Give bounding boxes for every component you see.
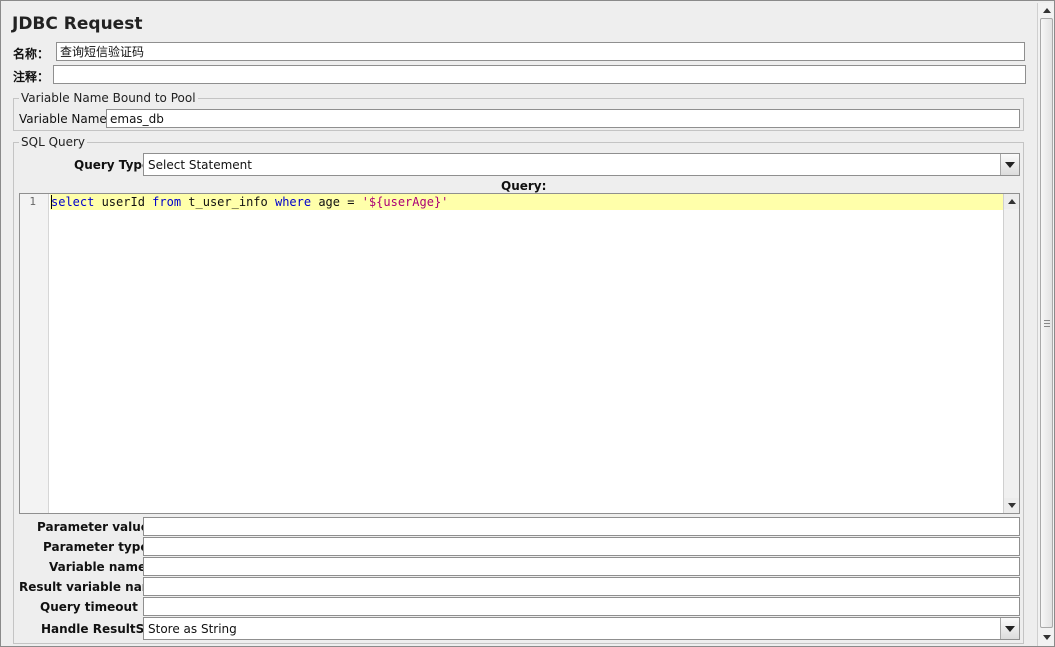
chevron-down-icon[interactable] — [1000, 618, 1019, 639]
string-quote: ' — [441, 195, 449, 209]
keyword-select: select — [51, 195, 95, 209]
line-number-gutter: 1 — [20, 194, 49, 513]
code-text: t_user_info — [181, 195, 275, 209]
sql-code-line[interactable]: select userId from t_user_info where age… — [51, 195, 448, 209]
text-caret — [51, 195, 52, 209]
string-parameter: ${userAge} — [368, 195, 442, 209]
code-text: age = — [311, 195, 362, 209]
line-number: 1 — [29, 195, 36, 208]
arrow-up-icon[interactable] — [1039, 3, 1054, 17]
keyword-where: where — [274, 195, 312, 209]
query-type-value: Select Statement — [148, 158, 252, 172]
jdbc-request-panel: JDBC Request 名称： 查询短信验证码 注释： Variable Na… — [0, 0, 1055, 647]
name-label: 名称： — [13, 47, 50, 61]
arrow-up-icon[interactable] — [1004, 194, 1019, 209]
query-label: Query: — [501, 179, 547, 193]
parameter-types-input[interactable] — [143, 537, 1020, 556]
comment-input[interactable] — [53, 65, 1026, 84]
comment-label: 注释： — [13, 70, 50, 84]
query-type-select[interactable]: Select Statement — [143, 153, 1020, 176]
variable-names-input[interactable] — [143, 557, 1020, 576]
sql-query-legend: SQL Query — [19, 135, 88, 149]
page-title: JDBC Request — [12, 14, 143, 34]
variable-names-label: Variable names: — [49, 560, 159, 574]
parameter-values-input[interactable] — [143, 517, 1020, 536]
sql-editor[interactable]: 1 select userId from t_user_info where a… — [19, 193, 1020, 514]
handle-resultset-select[interactable]: Store as String — [143, 617, 1020, 640]
string-quote: ' — [361, 195, 369, 209]
query-timeout-input[interactable] — [143, 597, 1020, 616]
name-input[interactable]: 查询短信验证码 — [56, 42, 1025, 61]
pool-group-legend: Variable Name Bound to Pool — [19, 91, 198, 105]
arrow-down-icon[interactable] — [1039, 630, 1054, 644]
chevron-down-icon[interactable] — [1000, 154, 1019, 175]
result-variable-name-input[interactable] — [143, 577, 1020, 596]
variable-name-input[interactable]: emas_db — [106, 109, 1020, 128]
variable-name-label: Variable Name: — [19, 112, 111, 126]
keyword-from: from — [152, 195, 182, 209]
code-text: userId — [94, 195, 153, 209]
window-scrollbar[interactable] — [1037, 3, 1054, 646]
handle-resultset-value: Store as String — [148, 622, 237, 636]
arrow-down-icon[interactable] — [1004, 498, 1019, 513]
editor-scrollbar[interactable] — [1003, 194, 1019, 513]
scrollbar-thumb[interactable] — [1040, 18, 1053, 628]
